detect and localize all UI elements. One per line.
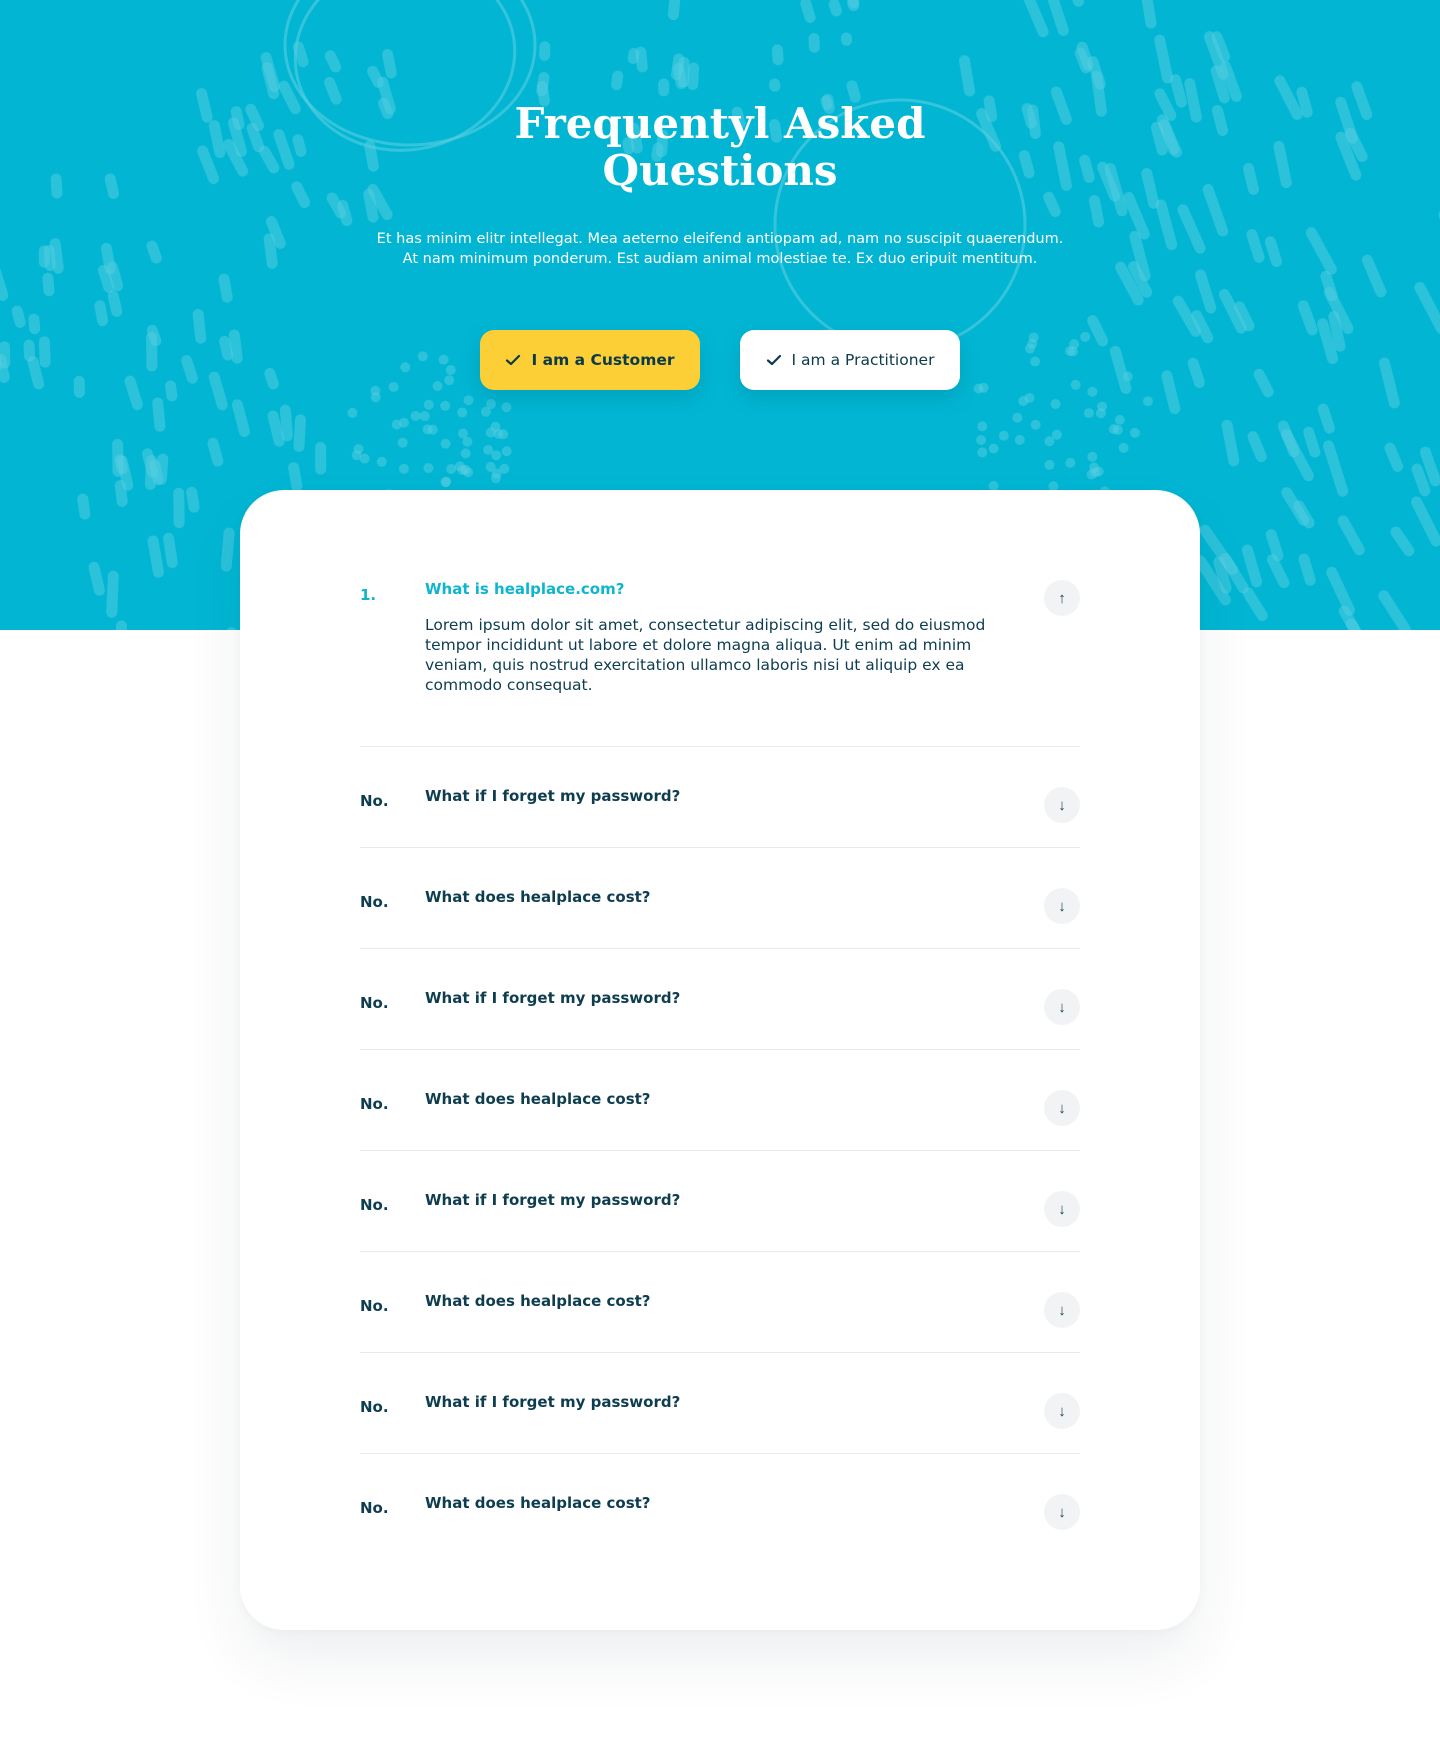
arrow-down-icon: ↓ (1058, 1503, 1066, 1521)
faq-item[interactable]: No. What does healplace cost? ↓ (360, 1252, 1080, 1353)
faq-item-number: No. (360, 1398, 389, 1416)
faq-question[interactable]: What if I forget my password? (425, 787, 680, 805)
faq-item-number: No. (360, 792, 389, 810)
arrow-down-icon: ↓ (1058, 796, 1066, 814)
collapse-toggle-button[interactable]: ↑ (1044, 580, 1080, 616)
arrow-down-icon: ↓ (1058, 998, 1066, 1016)
expand-toggle-button[interactable]: ↓ (1044, 1292, 1080, 1328)
faq-item[interactable]: No. What if I forget my password? ↓ (360, 747, 1080, 848)
faq-item-number: No. (360, 1095, 389, 1113)
expand-toggle-button[interactable]: ↓ (1044, 1191, 1080, 1227)
faq-item-number: No. (360, 1196, 389, 1214)
faq-question[interactable]: What if I forget my password? (425, 1191, 680, 1209)
faq-item[interactable]: No. What does healplace cost? ↓ (360, 848, 1080, 949)
page-subtitle: Et has minim elitr intellegat. Mea aeter… (376, 231, 1064, 267)
check-icon (506, 354, 521, 366)
customer-button[interactable]: I am a Customer (480, 330, 700, 390)
faq-item[interactable]: No. What if I forget my password? ↓ (360, 949, 1080, 1050)
faq-item[interactable]: No. What if I forget my password? ↓ (360, 1353, 1080, 1454)
faq-item-number: No. (360, 893, 389, 911)
expand-toggle-button[interactable]: ↓ (1044, 787, 1080, 823)
arrow-down-icon: ↓ (1058, 1200, 1066, 1218)
faq-card: 1. What is healplace.com? Lorem ipsum do… (240, 490, 1200, 1630)
faq-answer: Lorem ipsum dolor sit amet, consectetur … (425, 616, 986, 694)
expand-toggle-button[interactable]: ↓ (1044, 1090, 1080, 1126)
faq-question[interactable]: What does healplace cost? (425, 1494, 651, 1512)
faq-item[interactable]: 1. What is healplace.com? Lorem ipsum do… (360, 540, 1080, 747)
faq-question[interactable]: What is healplace.com? (425, 580, 624, 598)
expand-toggle-button[interactable]: ↓ (1044, 1393, 1080, 1429)
faq-item-number: 1. (360, 586, 377, 604)
faq-question[interactable]: What if I forget my password? (425, 1393, 680, 1411)
page-title-line-2: Questions (602, 146, 838, 195)
faq-question[interactable]: What if I forget my password? (425, 989, 680, 1007)
faq-item[interactable]: No. What does healplace cost? ↓ (360, 1454, 1080, 1555)
arrow-down-icon: ↓ (1058, 1402, 1066, 1420)
practitioner-button-label: I am a Practitioner (791, 351, 935, 369)
arrow-down-icon: ↓ (1058, 897, 1066, 915)
expand-toggle-button[interactable]: ↓ (1044, 1494, 1080, 1530)
page-title: Frequentyl Asked Questions (0, 100, 1440, 194)
page-title-line-1: Frequentyl Asked (514, 99, 926, 148)
faq-item[interactable]: No. What if I forget my password? ↓ (360, 1151, 1080, 1252)
check-icon (766, 354, 781, 366)
faq-item-number: No. (360, 1499, 389, 1517)
faq-list: 1. What is healplace.com? Lorem ipsum do… (360, 540, 1080, 1555)
expand-toggle-button[interactable]: ↓ (1044, 888, 1080, 924)
arrow-down-icon: ↓ (1058, 1099, 1066, 1117)
faq-question[interactable]: What does healplace cost? (425, 1292, 651, 1310)
arrow-up-icon: ↑ (1058, 589, 1066, 607)
faq-question[interactable]: What does healplace cost? (425, 888, 651, 906)
faq-question[interactable]: What does healplace cost? (425, 1090, 651, 1108)
faq-item[interactable]: No. What does healplace cost? ↓ (360, 1050, 1080, 1151)
faq-item-number: No. (360, 994, 389, 1012)
arrow-down-icon: ↓ (1058, 1301, 1066, 1319)
practitioner-button[interactable]: I am a Practitioner (740, 330, 960, 390)
faq-item-number: No. (360, 1297, 389, 1315)
customer-button-label: I am a Customer (531, 351, 675, 369)
expand-toggle-button[interactable]: ↓ (1044, 989, 1080, 1025)
